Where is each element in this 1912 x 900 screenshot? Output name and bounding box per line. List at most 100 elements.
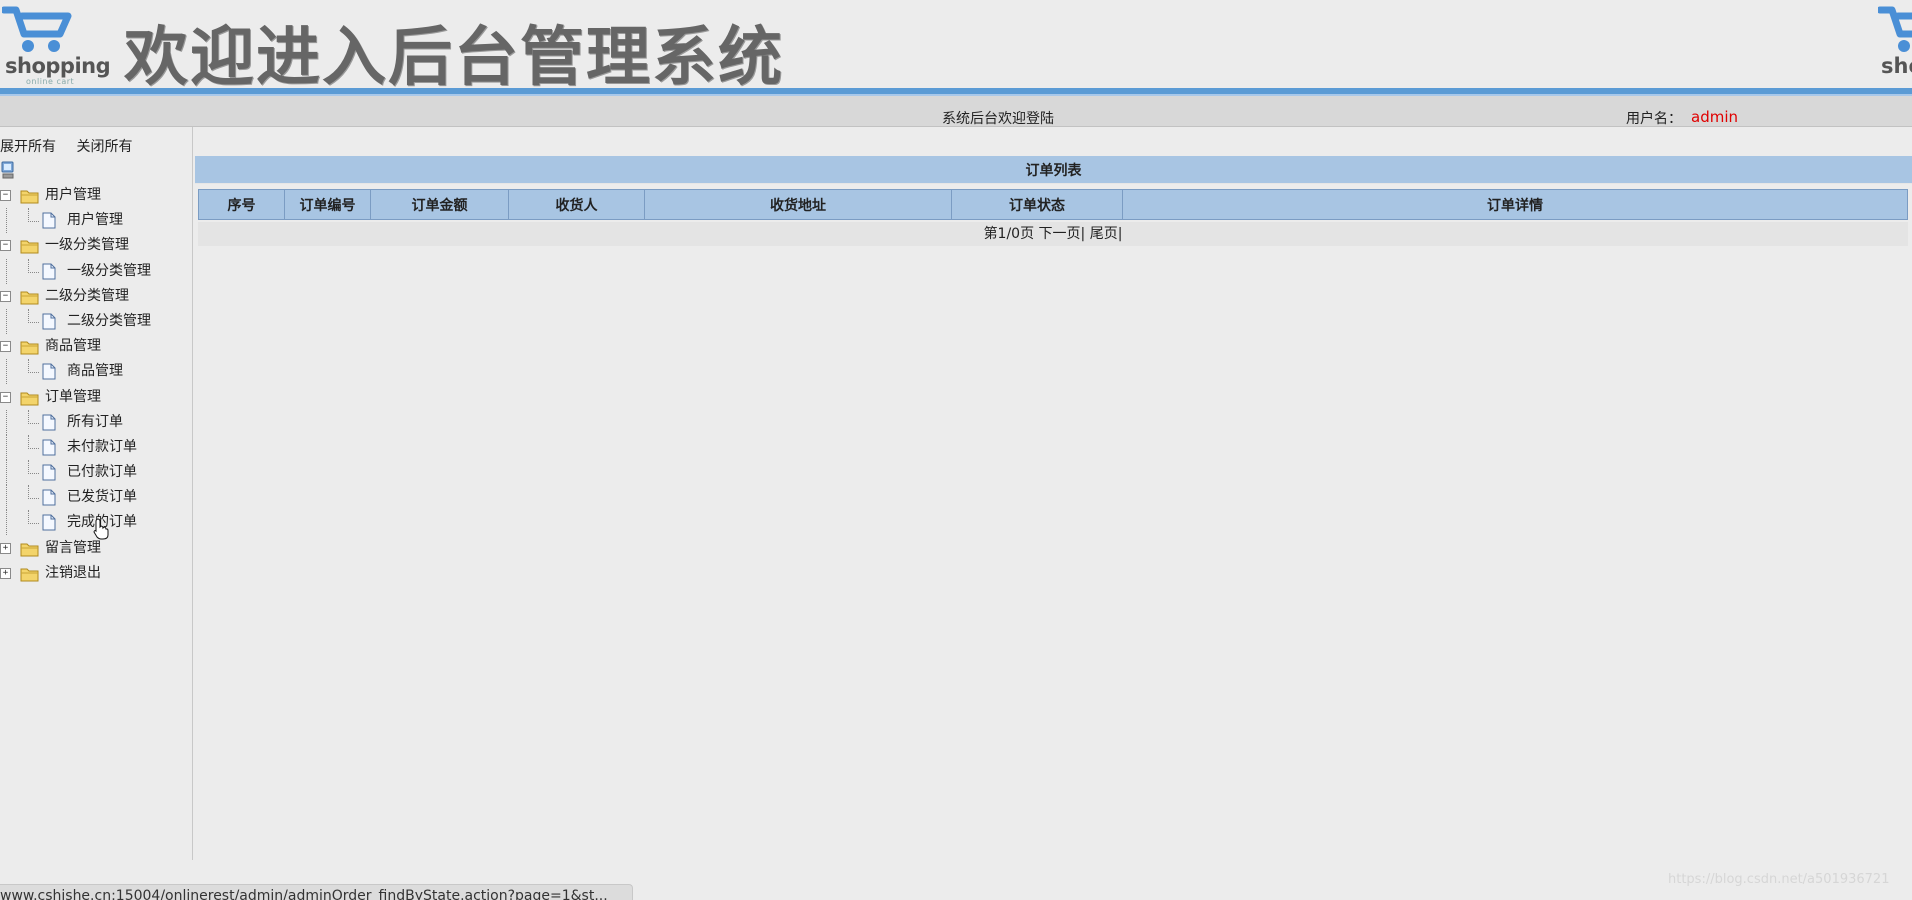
folder-icon xyxy=(20,566,39,582)
sidebar-item[interactable]: 商品管理 xyxy=(0,359,192,385)
folder-icon xyxy=(20,541,39,557)
tree-branch xyxy=(28,460,39,475)
tree-line xyxy=(6,359,7,385)
logo-tagline: online cart xyxy=(26,77,75,86)
folder-icon xyxy=(20,238,39,254)
sidebar-group[interactable]: − 订单管理 xyxy=(0,385,192,410)
sidebar-item[interactable]: 已付款订单 xyxy=(0,460,192,486)
sidebar-group-label[interactable]: 注销退出 xyxy=(45,561,101,586)
main-content: 订单列表 序号 订单编号 订单金额 收货人 收货地址 订单状态 订单详情 第1/0页 下一页… xyxy=(193,127,1912,860)
column-header: 收货地址 xyxy=(644,189,952,220)
collapse-icon[interactable]: − xyxy=(0,341,11,353)
tree-branch xyxy=(28,359,39,374)
orders-table: 序号 订单编号 订单金额 收货人 收货地址 订单状态 订单详情 xyxy=(198,189,1908,220)
tree-line xyxy=(6,409,7,435)
sidebar-item-label[interactable]: 一级分类管理 xyxy=(67,259,151,284)
logo-brand: shopping xyxy=(1881,54,1912,78)
hand-cursor-icon xyxy=(93,518,109,540)
cart-icon xyxy=(1878,6,1912,52)
collapse-icon[interactable]: − xyxy=(0,391,11,403)
sidebar-item-label[interactable]: 已发货订单 xyxy=(67,485,137,510)
sidebar-item-label[interactable]: 所有订单 xyxy=(67,410,123,435)
folder-icon xyxy=(20,188,39,204)
sidebar-item-label[interactable]: 用户管理 xyxy=(67,208,123,233)
sidebar-group[interactable]: − 用户管理 xyxy=(0,183,192,208)
collapse-icon[interactable]: − xyxy=(0,190,11,201)
sidebar-item-label[interactable]: 已付款订单 xyxy=(67,460,137,485)
sidebar-item[interactable]: 未付款订单 xyxy=(0,434,192,460)
tree-branch xyxy=(28,485,39,500)
page-info: 第1/0页 xyxy=(983,226,1035,242)
expand-icon[interactable]: + xyxy=(0,567,11,579)
column-header: 序号 xyxy=(198,189,285,220)
tree-line xyxy=(6,434,7,460)
sidebar-item-label[interactable]: 未付款订单 xyxy=(67,435,137,460)
tree-line xyxy=(6,510,7,536)
sidebar-item[interactable]: 二级分类管理 xyxy=(0,308,192,334)
user-name: admin xyxy=(1691,108,1738,126)
collapse-icon[interactable]: − xyxy=(0,240,11,252)
watermark: https://blog.csdn.net/a501936721 xyxy=(1668,872,1890,887)
sidebar-group-label[interactable]: 一级分类管理 xyxy=(45,233,129,258)
sidebar-item[interactable]: 所有订单 xyxy=(0,409,192,435)
tree-branch xyxy=(28,258,39,273)
folder-icon xyxy=(20,289,39,305)
pagination: 第1/0页 下一页| 尾页| xyxy=(198,222,1908,246)
shopping-logo-right: shopping xyxy=(1878,4,1912,86)
column-header: 订单状态 xyxy=(951,189,1123,220)
collapse-icon[interactable]: − xyxy=(0,290,11,302)
page-icon xyxy=(42,313,56,330)
cart-icon xyxy=(2,6,72,52)
tree-line xyxy=(6,460,7,486)
sidebar-group-label[interactable]: 二级分类管理 xyxy=(45,284,129,309)
status-bar: 系统后台欢迎登陆 用户名： admin xyxy=(0,96,1912,127)
tree-branch xyxy=(28,510,39,525)
sidebar-group-label[interactable]: 商品管理 xyxy=(45,334,101,359)
browser-status-url: www.cshishe.cn:15004/onlinerest/admin/ad… xyxy=(0,884,633,900)
sidebar-item[interactable]: 已发货订单 xyxy=(0,485,192,511)
tree-branch xyxy=(28,409,39,424)
header: shopping online cart 欢迎进入后台管理系统 shopping xyxy=(0,0,1912,95)
folder-icon xyxy=(20,339,39,355)
column-header: 订单编号 xyxy=(284,189,371,220)
page-icon xyxy=(42,489,56,506)
sidebar-item-label[interactable]: 二级分类管理 xyxy=(67,309,151,334)
logo-brand: shopping xyxy=(5,54,111,78)
tree-line xyxy=(6,308,7,334)
folder-icon xyxy=(20,390,39,406)
expand-all-link[interactable]: 展开所有 xyxy=(0,139,56,155)
tree-branch xyxy=(28,208,39,223)
tree-line xyxy=(6,485,7,511)
tree-branch xyxy=(28,434,39,449)
page-icon xyxy=(42,263,56,280)
sidebar-group-label[interactable]: 用户管理 xyxy=(45,183,101,208)
welcome-text: 系统后台欢迎登陆 xyxy=(942,111,1054,127)
sidebar-group[interactable]: − 商品管理 xyxy=(0,334,192,359)
column-header: 订单金额 xyxy=(370,189,509,220)
tree-controls: 展开所有 关闭所有 xyxy=(0,136,148,156)
page-icon xyxy=(42,212,56,229)
expand-icon[interactable]: + xyxy=(0,542,11,554)
page-title: 欢迎进入后台管理系统 xyxy=(124,21,784,95)
page-icon xyxy=(42,414,56,431)
last-page-link[interactable]: 尾页| xyxy=(1090,226,1123,242)
sidebar-group[interactable]: − 二级分类管理 xyxy=(0,284,192,309)
tree-line xyxy=(6,208,7,234)
sidebar-group[interactable]: − 一级分类管理 xyxy=(0,233,192,258)
sidebar-group[interactable]: + 注销退出 xyxy=(0,561,192,586)
table-caption: 订单列表 xyxy=(195,156,1912,184)
admin-page: shopping online cart 欢迎进入后台管理系统 shopping… xyxy=(0,0,1912,900)
sidebar-item-label[interactable]: 商品管理 xyxy=(67,359,123,384)
next-page-link[interactable]: 下一页| xyxy=(1039,226,1086,242)
sidebar-group-label[interactable]: 订单管理 xyxy=(45,385,101,410)
sidebar-item[interactable]: 一级分类管理 xyxy=(0,258,192,284)
tree-line xyxy=(6,258,7,284)
column-header: 订单详情 xyxy=(1122,189,1908,220)
close-all-link[interactable]: 关闭所有 xyxy=(76,139,132,155)
page-icon xyxy=(42,363,56,380)
column-header: 收货人 xyxy=(508,189,645,220)
page-icon xyxy=(42,464,56,481)
sidebar-item[interactable]: 用户管理 xyxy=(0,208,192,234)
table-header-row: 序号 订单编号 订单金额 收货人 收货地址 订单状态 订单详情 xyxy=(198,189,1908,220)
user-label: 用户名： xyxy=(1626,111,1682,127)
